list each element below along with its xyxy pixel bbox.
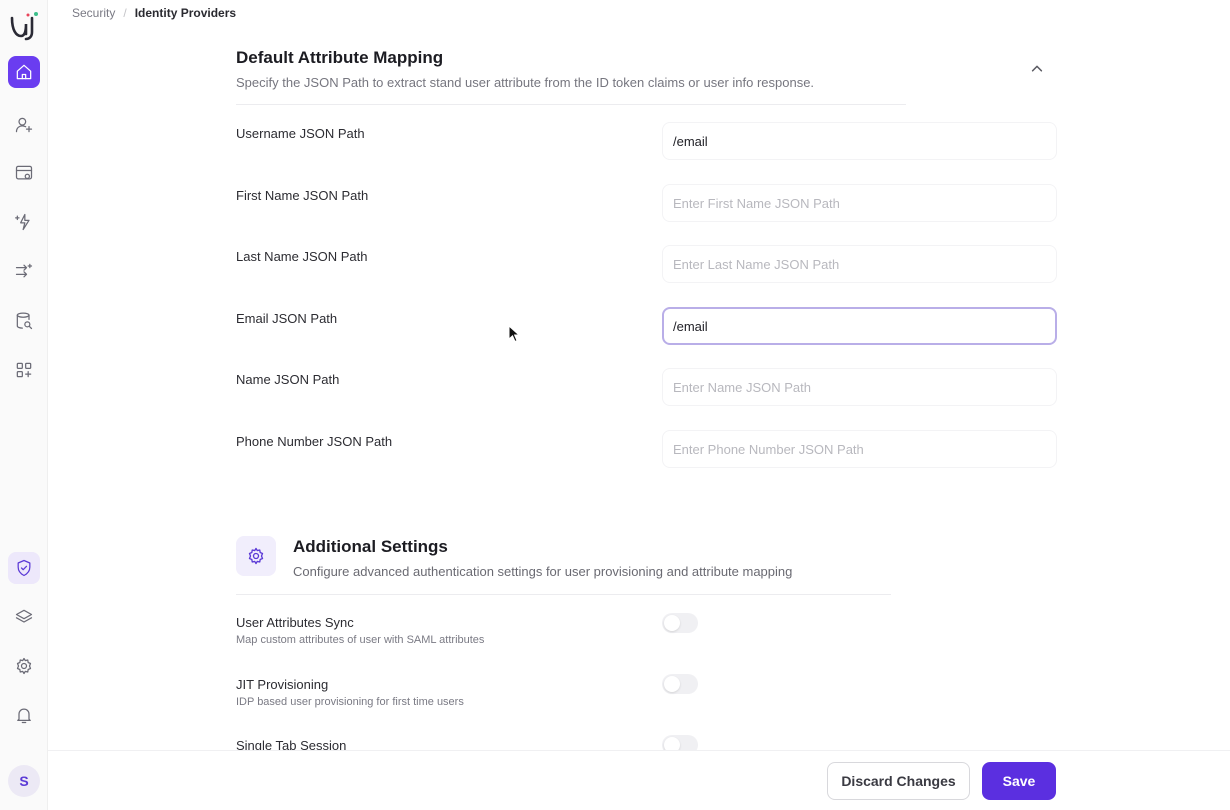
first-name-json-path-label: First Name JSON Path [236, 188, 369, 203]
name-json-path-input[interactable] [662, 368, 1057, 406]
user-plus-icon [15, 117, 33, 133]
sparkle-bolt-icon [15, 213, 30, 231]
save-button[interactable]: Save [982, 762, 1056, 800]
discard-changes-button[interactable]: Discard Changes [827, 762, 970, 800]
breadcrumb-current: Identity Providers [134, 6, 237, 20]
chevron-up-icon [1031, 65, 1043, 72]
nav-notifications[interactable] [8, 699, 40, 731]
nav-flows[interactable] [8, 255, 40, 287]
breadcrumb: Security / Identity Providers [72, 6, 236, 20]
name-json-path-label: Name JSON Path [236, 372, 340, 387]
phone-number-json-path-label: Phone Number JSON Path [236, 434, 393, 449]
jit-provisioning-label: JIT Provisioning [236, 677, 329, 692]
additional-settings-description: Configure advanced authentication settin… [293, 564, 793, 579]
section-description: Specify the JSON Path to extract stand u… [236, 75, 815, 90]
flow-icon [15, 263, 33, 278]
nav-integrations[interactable] [8, 354, 40, 386]
layers-icon [15, 609, 33, 623]
mouse-cursor-icon [508, 325, 520, 343]
nav-automations[interactable] [8, 206, 40, 238]
additional-settings-icon-box [236, 536, 276, 576]
username-json-path-label: Username JSON Path [236, 126, 365, 141]
app-window-icon [15, 165, 33, 180]
nav-settings[interactable] [8, 650, 40, 682]
breadcrumb-separator: / [123, 6, 127, 20]
nav-applications[interactable] [8, 157, 40, 189]
section-title: Default Attribute Mapping [236, 48, 444, 67]
home-icon [16, 64, 32, 80]
bell-icon [17, 708, 31, 724]
username-json-path-input[interactable] [662, 122, 1057, 160]
breadcrumb-security[interactable]: Security [72, 6, 115, 20]
database-search-icon [16, 312, 33, 330]
email-json-path-label: Email JSON Path [236, 311, 338, 326]
apps-add-icon [16, 362, 32, 378]
avatar[interactable]: S [8, 765, 40, 797]
phone-number-json-path-input[interactable] [662, 430, 1057, 468]
jit-provisioning-toggle[interactable] [662, 674, 698, 694]
nav-logs[interactable] [8, 305, 40, 337]
user-attributes-sync-toggle[interactable] [662, 613, 698, 633]
user-attributes-sync-label: User Attributes Sync [236, 615, 354, 630]
nav-security[interactable] [8, 552, 40, 584]
nav-users[interactable] [8, 109, 40, 141]
email-json-path-input[interactable] [662, 307, 1057, 345]
gear-icon [248, 547, 264, 565]
divider [236, 594, 891, 595]
header: Security / Identity Providers [48, 0, 1230, 30]
logo-icon [10, 12, 38, 41]
collapse-button[interactable] [1026, 58, 1048, 80]
nav-environments[interactable] [8, 601, 40, 633]
last-name-json-path-label: Last Name JSON Path [236, 249, 368, 264]
gear-icon [16, 657, 32, 675]
sidebar: S [0, 0, 48, 810]
user-attributes-sync-description: Map custom attributes of user with SAML … [236, 634, 485, 646]
additional-settings-title: Additional Settings [293, 537, 448, 556]
jit-provisioning-description: IDP based user provisioning for first ti… [236, 696, 464, 708]
divider [236, 104, 906, 105]
last-name-json-path-input[interactable] [662, 245, 1057, 283]
shield-icon [17, 559, 31, 577]
first-name-json-path-input[interactable] [662, 184, 1057, 222]
nav-home[interactable] [8, 56, 40, 88]
